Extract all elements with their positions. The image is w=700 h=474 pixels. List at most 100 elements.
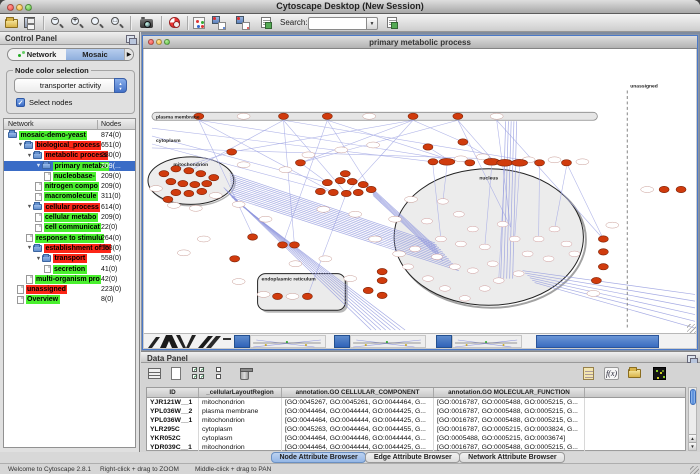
table-cell[interactable]: [GO:0044464, GO:0044444, GO:0044425, G..… <box>282 416 434 425</box>
tree-row[interactable]: unassigned223(0) <box>4 284 135 294</box>
tree-row[interactable]: macromolecule311(0) <box>4 192 135 202</box>
tree-item-label[interactable]: unassigned <box>26 285 68 294</box>
table-cell[interactable]: mitochondrion <box>199 416 282 425</box>
tree-row[interactable]: Overview8(0) <box>4 295 135 305</box>
table-row[interactable]: YJR121W__1mitochondrion[GO:0045267, GO:0… <box>147 398 685 407</box>
background-view-tab[interactable] <box>436 335 452 348</box>
scrollbar-thumb[interactable] <box>690 389 696 405</box>
table-cell[interactable]: [GO:0016787, GO:0005488, GO:0005215, G..… <box>434 407 585 416</box>
tree-item-label[interactable]: multi-organism pro <box>35 275 102 284</box>
table-cell[interactable]: YJR121W__1 <box>147 398 199 407</box>
notepad-icon[interactable] <box>582 366 598 382</box>
table-cell[interactable] <box>585 443 689 452</box>
table-cell[interactable]: cytoplasm <box>199 425 282 434</box>
table-row[interactable]: YPL036W__1mitochondrion[GO:0044464, GO:0… <box>147 416 685 425</box>
table-cell[interactable]: YDR039C__1 <box>147 443 199 452</box>
tree-row[interactable]: secretion41(0) <box>4 264 135 274</box>
table-cell[interactable]: [GO:0016787, GO:0005488, GO:0005215, G..… <box>434 443 585 452</box>
tree-item-label[interactable]: nitrogen compo <box>44 182 100 191</box>
table-cell[interactable] <box>585 425 689 434</box>
column-header[interactable]: annotation.GO MOLECULAR_FUNCTION <box>434 388 585 397</box>
tree-item-label[interactable]: cell communicat <box>44 223 102 232</box>
open-file-icon[interactable] <box>5 16 19 30</box>
table-scrollbar[interactable]: ▲ ▼ <box>688 387 697 451</box>
table-row[interactable]: YKR052Ccytoplasm[GO:0044464, GO:0044446,… <box>147 434 685 443</box>
table-row[interactable]: YDR039C__1mitochondrion[GO:0044464, GO:0… <box>147 443 685 452</box>
table-cell[interactable]: mitochondrion <box>199 443 282 452</box>
tree-row[interactable]: ▼biological_process651(0) <box>4 140 135 150</box>
background-view-glyphs[interactable] <box>146 335 233 348</box>
tree-item-label[interactable]: macromolecule <box>44 192 98 201</box>
node-color-dropdown[interactable]: transporter activity ▲▼ <box>14 78 127 93</box>
disclosure-triangle-icon[interactable]: ▼ <box>35 163 42 169</box>
zoom-selected-icon[interactable]: □ <box>110 16 124 30</box>
table-cell[interactable] <box>585 416 689 425</box>
tree-item-label[interactable]: biological_process <box>35 141 101 150</box>
tree-row[interactable]: cellular metabo209(0) <box>4 212 135 222</box>
tree-header[interactable]: Network Nodes <box>4 119 135 130</box>
table-cell[interactable]: YPL036W__1 <box>147 416 199 425</box>
background-view-preview[interactable] <box>250 335 326 348</box>
table-cell[interactable]: [GO:0005488, GO:0005215, GO:0003674] <box>434 434 585 443</box>
table-cell[interactable]: [GO:0016787, GO:0005215, GO:0003824, G..… <box>434 425 585 434</box>
column-header[interactable]: ID <box>147 388 199 397</box>
table-cell[interactable]: mitochondrion <box>199 398 282 407</box>
tree-row[interactable]: ▼metabolic process280(0) <box>4 151 135 161</box>
new-network-from-selection-icon[interactable] <box>212 16 226 30</box>
delete-attribute-icon[interactable] <box>237 366 253 382</box>
tree-row[interactable]: cell communicat22(0) <box>4 223 135 233</box>
tab-network-attribute-browser[interactable]: Network Attribute Browser <box>459 452 565 463</box>
search-dropdown-arrow[interactable]: ▼ <box>366 17 378 30</box>
table-cell[interactable] <box>585 398 689 407</box>
table-cell[interactable]: [GO:0016787, GO:0005488, GO:0005215, G..… <box>434 398 585 407</box>
table-row[interactable]: YPL036W__2plasma membrane[GO:0044464, GO… <box>147 407 685 416</box>
network-overview-icon[interactable] <box>193 16 207 30</box>
tab-edge-attribute-browser[interactable]: Edge Attribute Browser <box>365 452 460 463</box>
matrix-icon[interactable] <box>652 366 668 382</box>
function-builder-icon[interactable]: f(x) <box>604 366 620 382</box>
search-input[interactable] <box>308 17 366 30</box>
attribute-table-icon[interactable] <box>147 366 163 382</box>
tree-item-label[interactable]: Overview <box>26 295 60 304</box>
scroll-up-button[interactable]: ▲ <box>689 434 696 442</box>
tree-row[interactable]: ▼establishment of lo558(0) <box>4 243 135 253</box>
scroll-down-button[interactable]: ▼ <box>689 442 696 450</box>
table-cell[interactable]: [GO:0044464, GO:0044446, GO:0044444, G..… <box>282 434 434 443</box>
annotation-icon[interactable] <box>260 16 274 30</box>
tree-item-label[interactable]: metabolic process <box>44 151 108 160</box>
disclosure-triangle-icon[interactable]: ▼ <box>35 256 42 262</box>
import-attributes-icon[interactable] <box>628 366 644 382</box>
background-view-preview[interactable] <box>350 335 426 348</box>
zoom-fit-icon[interactable] <box>90 16 104 30</box>
table-cell[interactable] <box>585 434 689 443</box>
table-header-row[interactable]: ID_cellularLayoutRegionannotation.GO CEL… <box>147 388 685 398</box>
column-header[interactable]: _cellularLayoutRegion <box>199 388 282 397</box>
column-header[interactable]: annotation.GO CELLULAR_COMPONENT <box>282 388 434 397</box>
tree-item-label[interactable]: cellular process <box>44 203 100 212</box>
unselect-attributes-icon[interactable] <box>213 366 229 382</box>
table-cell[interactable]: cytoplasm <box>199 434 282 443</box>
network-view-frame[interactable]: primary metabolic process plasma membran… <box>142 35 698 350</box>
select-nodes-checkbox[interactable]: ✓ <box>16 98 25 107</box>
disclosure-triangle-icon[interactable]: ▼ <box>26 153 33 159</box>
snapshot-icon[interactable] <box>140 16 154 30</box>
tree-row[interactable]: ▼primary metabo209(... <box>4 161 135 171</box>
new-network-copy-icon[interactable] <box>236 16 250 30</box>
table-cell[interactable]: [GO:0016787, GO:0005488, GO:0005215, G..… <box>434 416 585 425</box>
network-canvas[interactable]: plasma membranecytoplasmmitochondrionnuc… <box>144 49 696 333</box>
tab-node-attribute-browser[interactable]: Node Attribute Browser <box>271 452 366 463</box>
tree-row[interactable]: nucleobase-209(0) <box>4 171 135 181</box>
table-cell[interactable]: [GO:0045263, GO:0044464, GO:0044455, G..… <box>282 425 434 434</box>
tree-item-label[interactable]: mosaic-demo-yeast <box>19 131 87 140</box>
tree-row[interactable]: ▼cellular process614(0) <box>4 202 135 212</box>
search-options-icon[interactable] <box>386 16 400 30</box>
tree-item-label[interactable]: cellular metabo <box>44 213 98 222</box>
background-view-tab[interactable] <box>234 335 250 348</box>
window-titlebar[interactable]: Cytoscape Desktop (New Session) <box>0 0 700 14</box>
table-cell[interactable]: YLR295C <box>147 425 199 434</box>
tree-row[interactable]: ▼transport558(0) <box>4 254 135 264</box>
attribute-table[interactable]: ID_cellularLayoutRegionannotation.GO CEL… <box>146 387 686 451</box>
float-panel-icon[interactable] <box>126 35 135 43</box>
tree-row[interactable]: multi-organism pro42(0) <box>4 274 135 284</box>
tab-mosaic[interactable]: Mosaic <box>66 49 124 60</box>
